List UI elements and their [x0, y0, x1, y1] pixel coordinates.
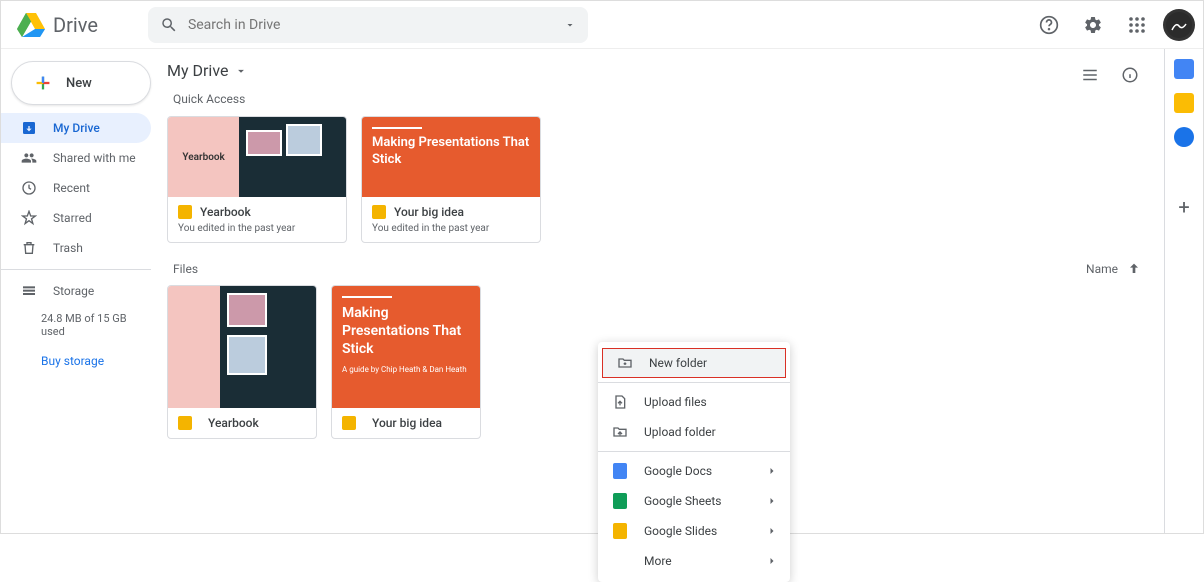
menu-google-sheets[interactable]: Google Sheets: [598, 486, 790, 516]
nav-label: Starred: [53, 211, 92, 225]
files-heading: Files: [173, 262, 198, 276]
chevron-right-icon: [766, 525, 778, 537]
search-input[interactable]: [188, 17, 564, 33]
sidebar: New My Drive Shared with me Recent Starr…: [1, 49, 151, 533]
menu-new-folder[interactable]: New folder: [602, 348, 786, 378]
storage-usage: 24.8 MB of 15 GB used: [1, 306, 151, 348]
side-panel: +: [1165, 49, 1203, 533]
sidebar-item-trash[interactable]: Trash: [1, 233, 151, 263]
gear-icon: [1083, 15, 1103, 35]
menu-upload-folder[interactable]: Upload folder: [598, 417, 790, 447]
calendar-addon[interactable]: [1174, 59, 1194, 79]
file-card-big-idea[interactable]: Making Presentations That Stick A guide …: [331, 285, 481, 439]
slides-file-icon: [372, 205, 386, 219]
view-controls: [1072, 57, 1148, 93]
search-bar[interactable]: [148, 7, 588, 43]
trash-icon: [19, 238, 39, 258]
star-icon: [19, 208, 39, 228]
sidebar-item-shared[interactable]: Shared with me: [1, 143, 151, 173]
search-icon: [160, 16, 178, 34]
nav-label: Storage: [53, 284, 94, 298]
folder-upload-icon: [610, 422, 630, 442]
menu-google-docs[interactable]: Google Docs: [598, 456, 790, 486]
sidebar-item-recent[interactable]: Recent: [1, 173, 151, 203]
drive-triangle-icon: [17, 13, 45, 37]
apps-grid-icon: [1128, 16, 1146, 34]
sidebar-item-starred[interactable]: Starred: [1, 203, 151, 233]
details-button[interactable]: [1112, 57, 1148, 93]
sidebar-item-storage[interactable]: Storage: [1, 276, 151, 306]
keep-addon[interactable]: [1174, 93, 1194, 113]
menu-google-slides[interactable]: Google Slides: [598, 516, 790, 546]
slides-file-icon: [342, 416, 356, 430]
storage-icon: [19, 281, 39, 301]
menu-more[interactable]: More: [598, 546, 790, 576]
file-thumbnail: Yearbook: [168, 117, 346, 197]
chevron-right-icon: [766, 465, 778, 477]
chevron-right-icon: [766, 555, 778, 567]
chevron-down-icon: [234, 64, 248, 78]
file-upload-icon: [610, 392, 630, 412]
breadcrumb-title: My Drive: [167, 61, 228, 80]
quick-card-yearbook[interactable]: Yearbook Yearbook You edited in the past…: [167, 116, 347, 243]
people-icon: [19, 148, 39, 168]
slides-menu-icon: [610, 521, 630, 541]
user-avatar[interactable]: [1163, 9, 1195, 41]
quick-card-big-idea[interactable]: Making Presentations That Stick Your big…: [361, 116, 541, 243]
app-name: Drive: [53, 13, 98, 37]
help-icon: [1039, 15, 1059, 35]
add-addon-button[interactable]: +: [1178, 195, 1189, 219]
settings-button[interactable]: [1075, 7, 1111, 43]
plus-icon: [32, 72, 54, 94]
new-button-label: New: [66, 76, 92, 91]
file-thumbnail: Making Presentations That Stick A guide …: [332, 286, 480, 408]
file-thumbnail: [168, 286, 316, 408]
breadcrumb[interactable]: My Drive: [167, 57, 1148, 84]
sort-button[interactable]: Name: [1086, 261, 1142, 277]
file-card-yearbook[interactable]: Yearbook: [167, 285, 317, 439]
drive-icon: [19, 118, 39, 138]
clock-icon: [19, 178, 39, 198]
file-thumbnail: Making Presentations That Stick: [362, 117, 540, 197]
context-menu: New folder Upload files Upload folder Go…: [598, 342, 790, 582]
help-button[interactable]: [1031, 7, 1067, 43]
arrow-up-icon: [1126, 261, 1142, 277]
sheets-icon: [610, 491, 630, 511]
list-icon: [1081, 66, 1099, 84]
header-actions: [1031, 7, 1195, 43]
new-button[interactable]: New: [11, 61, 151, 105]
tasks-addon[interactable]: [1174, 127, 1194, 147]
docs-icon: [610, 461, 630, 481]
nav-label: Trash: [53, 241, 83, 255]
apps-button[interactable]: [1119, 7, 1155, 43]
nav-label: My Drive: [53, 121, 100, 135]
list-view-button[interactable]: [1072, 57, 1108, 93]
menu-upload-files[interactable]: Upload files: [598, 387, 790, 417]
search-dropdown-icon[interactable]: [564, 19, 576, 31]
info-icon: [1121, 66, 1139, 84]
menu-divider: [598, 382, 790, 383]
sidebar-item-my-drive[interactable]: My Drive: [1, 113, 151, 143]
slides-file-icon: [178, 416, 192, 430]
folder-plus-icon: [615, 353, 635, 373]
nav-label: Shared with me: [53, 151, 136, 165]
buy-storage-link[interactable]: Buy storage: [1, 348, 151, 374]
nav-label: Recent: [53, 181, 90, 195]
chevron-right-icon: [766, 495, 778, 507]
menu-divider: [598, 451, 790, 452]
drive-logo[interactable]: Drive: [17, 13, 98, 37]
quick-access-heading: Quick Access: [173, 92, 1148, 106]
app-header: Drive: [1, 1, 1203, 49]
slides-file-icon: [178, 205, 192, 219]
